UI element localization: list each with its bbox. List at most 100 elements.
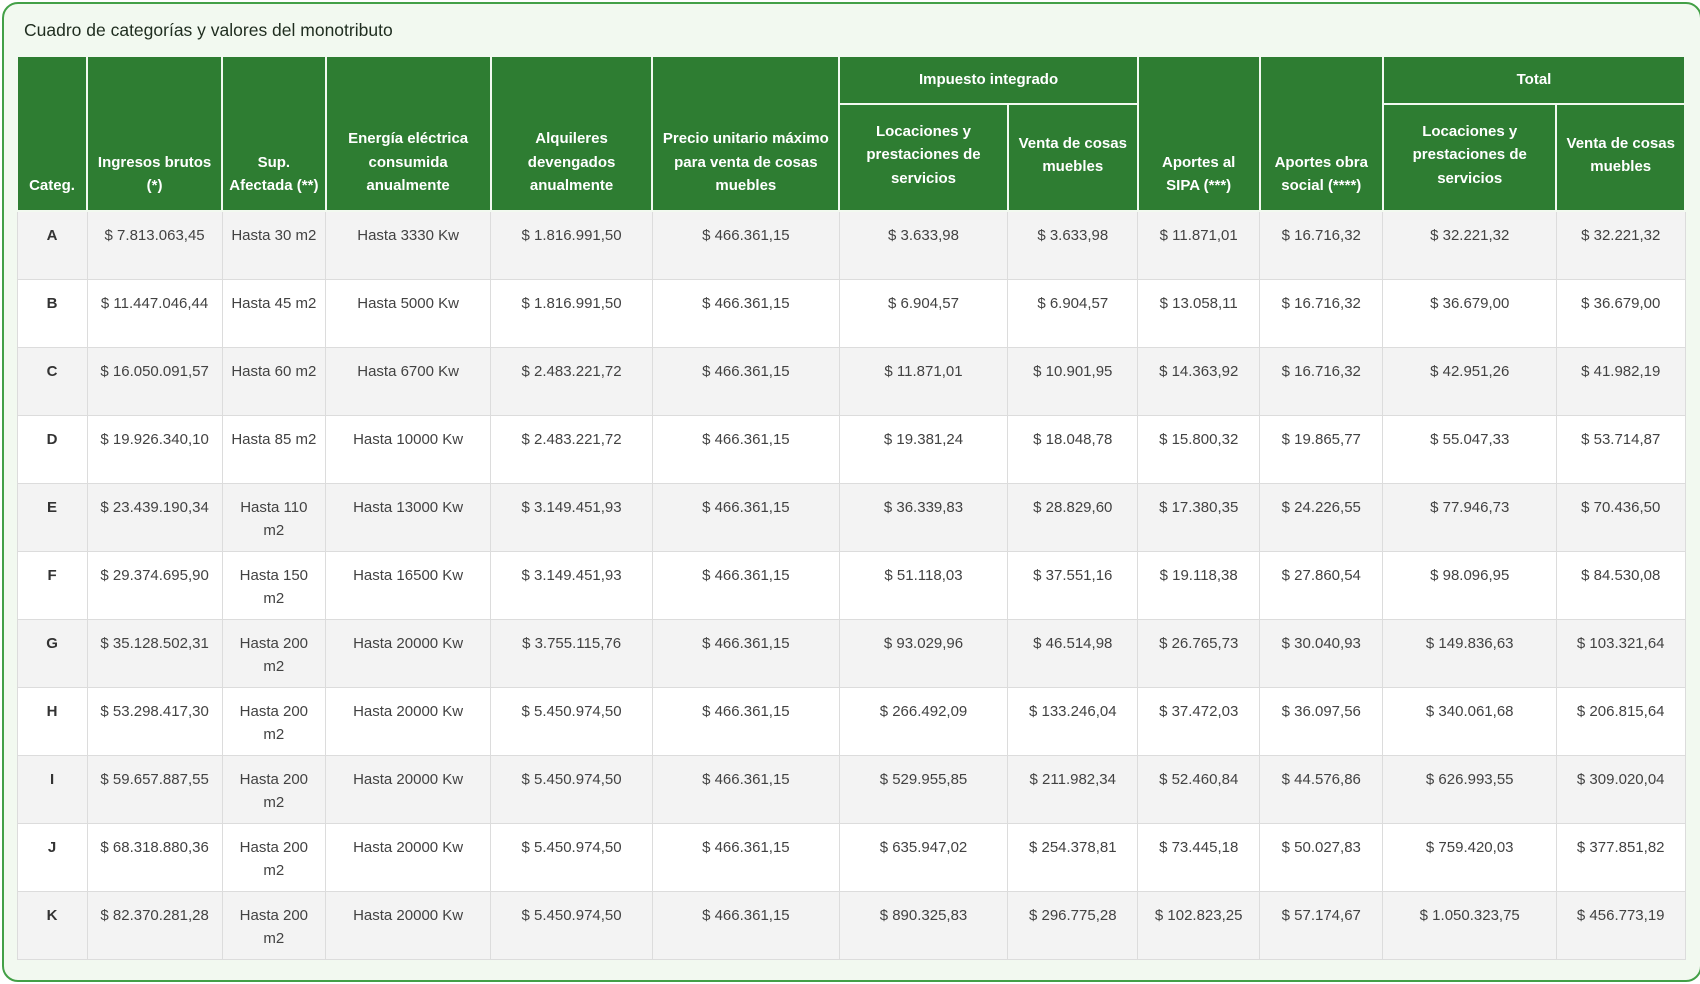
cell-alquileres: $ 5.450.974,50	[491, 688, 653, 756]
cell-sipa: $ 102.823,25	[1138, 892, 1260, 960]
cell-categ: B	[17, 280, 87, 348]
cell-alquileres: $ 5.450.974,50	[491, 756, 653, 824]
cell-obra: $ 19.865,77	[1260, 416, 1383, 484]
cell-imp_serv: $ 635.947,02	[839, 824, 1007, 892]
cell-energia: Hasta 5000 Kw	[326, 280, 491, 348]
cell-energia: Hasta 20000 Kw	[326, 688, 491, 756]
cell-tot_mueb: $ 70.436,50	[1556, 484, 1685, 552]
cell-tot_mueb: $ 456.773,19	[1556, 892, 1685, 960]
cell-tot_mueb: $ 206.815,64	[1556, 688, 1685, 756]
cell-energia: Hasta 10000 Kw	[326, 416, 491, 484]
cell-precio: $ 466.361,15	[652, 688, 839, 756]
table-header: Categ. Ingresos brutos (*) Sup. Afectada…	[17, 56, 1685, 211]
col-header-aportes-obra-social: Aportes obra social (****)	[1260, 56, 1383, 211]
page-title: Cuadro de categorías y valores del monot…	[24, 20, 1686, 41]
cell-tot_serv: $ 32.221,32	[1383, 211, 1556, 280]
cell-precio: $ 466.361,15	[652, 484, 839, 552]
cell-sup: Hasta 200 m2	[222, 892, 325, 960]
monotributo-table: Categ. Ingresos brutos (*) Sup. Afectada…	[16, 55, 1686, 960]
cell-sipa: $ 73.445,18	[1138, 824, 1260, 892]
table-body: A$ 7.813.063,45Hasta 30 m2Hasta 3330 Kw$…	[17, 211, 1685, 960]
cell-tot_serv: $ 340.061,68	[1383, 688, 1556, 756]
cell-sup: Hasta 85 m2	[222, 416, 325, 484]
col-header-sup-afectada: Sup. Afectada (**)	[222, 56, 325, 211]
cell-precio: $ 466.361,15	[652, 211, 839, 280]
cell-imp_serv: $ 93.029,96	[839, 620, 1007, 688]
cell-ingresos: $ 7.813.063,45	[87, 211, 222, 280]
table-row: B$ 11.447.046,44Hasta 45 m2Hasta 5000 Kw…	[17, 280, 1685, 348]
cell-tot_serv: $ 149.836,63	[1383, 620, 1556, 688]
cell-energia: Hasta 20000 Kw	[326, 756, 491, 824]
cell-alquileres: $ 3.149.451,93	[491, 484, 653, 552]
cell-obra: $ 16.716,32	[1260, 280, 1383, 348]
cell-energia: Hasta 20000 Kw	[326, 824, 491, 892]
cell-imp_mueb: $ 18.048,78	[1008, 416, 1138, 484]
cell-ingresos: $ 11.447.046,44	[87, 280, 222, 348]
cell-categ: J	[17, 824, 87, 892]
cell-categ: C	[17, 348, 87, 416]
monotributo-panel: Cuadro de categorías y valores del monot…	[2, 2, 1700, 982]
cell-sup: Hasta 45 m2	[222, 280, 325, 348]
cell-sup: Hasta 150 m2	[222, 552, 325, 620]
cell-precio: $ 466.361,15	[652, 824, 839, 892]
cell-sup: Hasta 60 m2	[222, 348, 325, 416]
cell-alquileres: $ 5.450.974,50	[491, 824, 653, 892]
table-row: D$ 19.926.340,10Hasta 85 m2Hasta 10000 K…	[17, 416, 1685, 484]
cell-obra: $ 36.097,56	[1260, 688, 1383, 756]
cell-obra: $ 16.716,32	[1260, 348, 1383, 416]
cell-imp_serv: $ 266.492,09	[839, 688, 1007, 756]
table-row: G$ 35.128.502,31Hasta 200 m2Hasta 20000 …	[17, 620, 1685, 688]
cell-precio: $ 466.361,15	[652, 892, 839, 960]
cell-imp_serv: $ 51.118,03	[839, 552, 1007, 620]
cell-precio: $ 466.361,15	[652, 280, 839, 348]
cell-imp_mueb: $ 28.829,60	[1008, 484, 1138, 552]
cell-obra: $ 16.716,32	[1260, 211, 1383, 280]
cell-categ: G	[17, 620, 87, 688]
cell-alquileres: $ 1.816.991,50	[491, 280, 653, 348]
table-row: A$ 7.813.063,45Hasta 30 m2Hasta 3330 Kw$…	[17, 211, 1685, 280]
cell-imp_mueb: $ 211.982,34	[1008, 756, 1138, 824]
cell-tot_mueb: $ 309.020,04	[1556, 756, 1685, 824]
cell-categ: F	[17, 552, 87, 620]
cell-categ: D	[17, 416, 87, 484]
cell-sup: Hasta 200 m2	[222, 824, 325, 892]
cell-categ: I	[17, 756, 87, 824]
cell-tot_mueb: $ 377.851,82	[1556, 824, 1685, 892]
cell-imp_serv: $ 6.904,57	[839, 280, 1007, 348]
cell-ingresos: $ 35.128.502,31	[87, 620, 222, 688]
cell-alquileres: $ 1.816.991,50	[491, 211, 653, 280]
cell-sup: Hasta 30 m2	[222, 211, 325, 280]
cell-imp_mueb: $ 37.551,16	[1008, 552, 1138, 620]
cell-imp_mueb: $ 133.246,04	[1008, 688, 1138, 756]
cell-tot_serv: $ 42.951,26	[1383, 348, 1556, 416]
cell-tot_serv: $ 98.096,95	[1383, 552, 1556, 620]
cell-categ: E	[17, 484, 87, 552]
cell-alquileres: $ 2.483.221,72	[491, 348, 653, 416]
cell-imp_serv: $ 11.871,01	[839, 348, 1007, 416]
cell-sipa: $ 19.118,38	[1138, 552, 1260, 620]
col-header-total-venta-muebles: Venta de cosas muebles	[1556, 104, 1685, 211]
cell-sipa: $ 13.058,11	[1138, 280, 1260, 348]
cell-obra: $ 44.576,86	[1260, 756, 1383, 824]
cell-tot_mueb: $ 53.714,87	[1556, 416, 1685, 484]
table-row: E$ 23.439.190,34Hasta 110 m2Hasta 13000 …	[17, 484, 1685, 552]
table-row: H$ 53.298.417,30Hasta 200 m2Hasta 20000 …	[17, 688, 1685, 756]
cell-categ: H	[17, 688, 87, 756]
cell-precio: $ 466.361,15	[652, 756, 839, 824]
cell-categ: K	[17, 892, 87, 960]
cell-obra: $ 24.226,55	[1260, 484, 1383, 552]
cell-imp_mueb: $ 3.633,98	[1008, 211, 1138, 280]
group-header-impuesto-integrado: Impuesto integrado	[839, 56, 1138, 104]
cell-energia: Hasta 3330 Kw	[326, 211, 491, 280]
table-row: I$ 59.657.887,55Hasta 200 m2Hasta 20000 …	[17, 756, 1685, 824]
cell-energia: Hasta 6700 Kw	[326, 348, 491, 416]
cell-tot_serv: $ 55.047,33	[1383, 416, 1556, 484]
cell-ingresos: $ 29.374.695,90	[87, 552, 222, 620]
cell-imp_mueb: $ 296.775,28	[1008, 892, 1138, 960]
col-header-impuesto-venta-muebles: Venta de cosas muebles	[1008, 104, 1138, 211]
cell-ingresos: $ 16.050.091,57	[87, 348, 222, 416]
cell-obra: $ 27.860,54	[1260, 552, 1383, 620]
cell-sipa: $ 52.460,84	[1138, 756, 1260, 824]
cell-ingresos: $ 53.298.417,30	[87, 688, 222, 756]
cell-sup: Hasta 200 m2	[222, 620, 325, 688]
